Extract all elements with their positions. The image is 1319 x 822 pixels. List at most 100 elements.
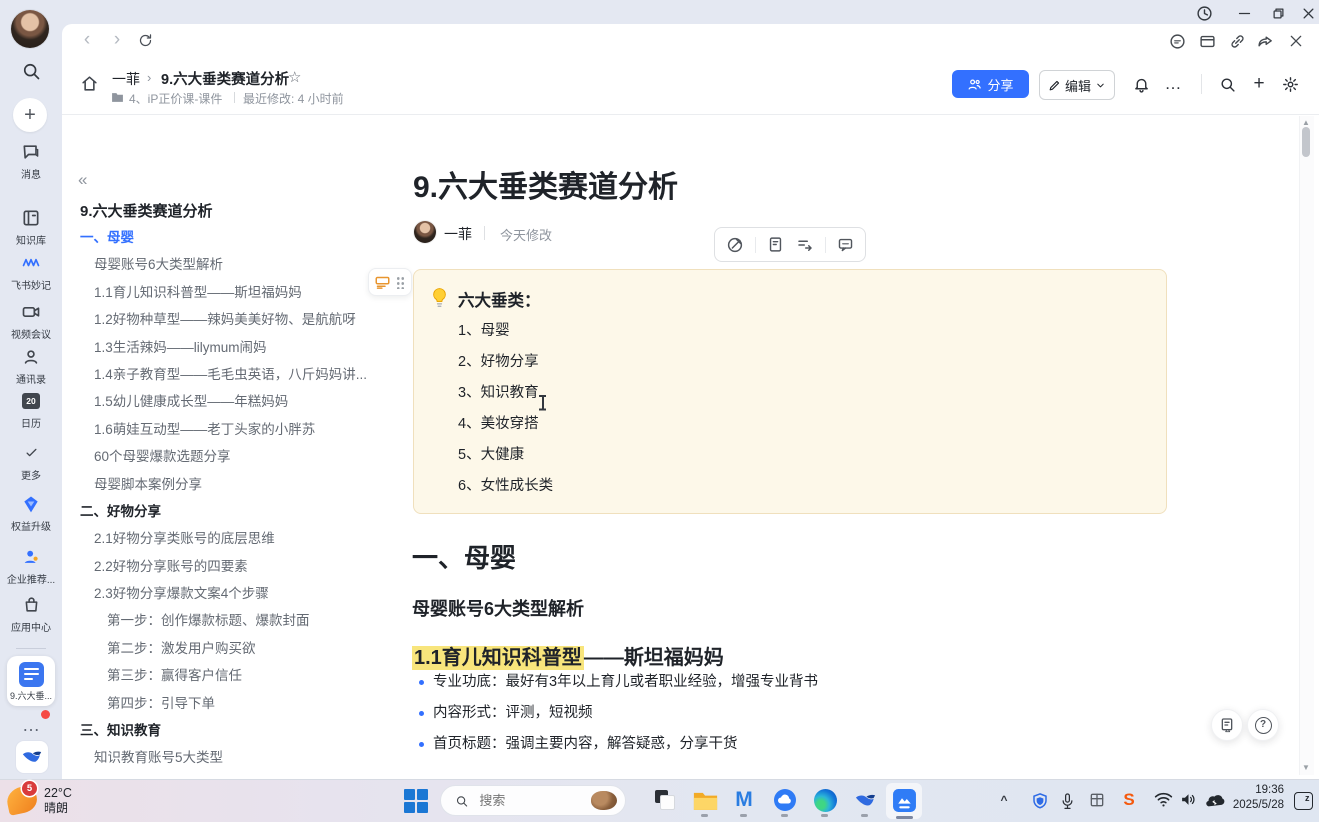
- user-avatar[interactable]: [11, 10, 49, 48]
- outline-item[interactable]: 二、好物分享: [80, 498, 392, 525]
- volume-tray-icon[interactable]: [1179, 791, 1197, 807]
- help-button[interactable]: ?: [1247, 709, 1279, 741]
- sidebar-item-contacts[interactable]: 通讯录: [0, 346, 62, 386]
- callout-block-icon[interactable]: [375, 276, 390, 289]
- section-heading-1[interactable]: 一、母婴: [412, 538, 516, 575]
- doc-scrollbar[interactable]: [1299, 116, 1314, 775]
- file-explorer-button[interactable]: [692, 787, 718, 813]
- scrollbar-thumb[interactable]: [1302, 127, 1310, 157]
- outline-item[interactable]: 母婴脚本案例分享: [80, 471, 392, 498]
- insert-list-button[interactable]: [796, 236, 814, 254]
- share-button[interactable]: 分享: [952, 70, 1029, 98]
- bullet-item[interactable]: 内容形式：评测，短视频: [416, 698, 1156, 729]
- taskbar-search[interactable]: [440, 785, 626, 816]
- edge-button[interactable]: [812, 787, 838, 813]
- restore-button[interactable]: [1266, 3, 1290, 23]
- rail-more-apps[interactable]: …: [0, 712, 62, 738]
- feishu-docs-button[interactable]: [891, 787, 917, 813]
- outline-item[interactable]: 60个母婴爆款选题分享: [80, 443, 392, 470]
- home-button[interactable]: [80, 74, 99, 93]
- sidebar-item-appcenter[interactable]: 应用中心: [0, 594, 62, 634]
- feishu-app-button[interactable]: [852, 787, 878, 813]
- microphone-tray-icon[interactable]: [1059, 791, 1075, 811]
- wifi-tray-icon[interactable]: [1153, 791, 1173, 807]
- create-button[interactable]: +: [13, 98, 47, 132]
- breadcrumb-folder[interactable]: 4、iP正价课-课件: [129, 90, 222, 107]
- close-tab-button[interactable]: [1285, 30, 1307, 52]
- quark-browser-button[interactable]: [772, 787, 798, 813]
- edit-button[interactable]: 编辑: [1039, 70, 1115, 100]
- copy-link-button[interactable]: [1226, 30, 1248, 52]
- weather-description[interactable]: 晴朗: [44, 801, 68, 815]
- feishu-logo[interactable]: [15, 740, 49, 774]
- section-heading-3[interactable]: 1.1育儿知识科普型——斯坦福妈妈: [412, 641, 724, 670]
- bullet-item[interactable]: 专业功底：最好有3年以上育儿或者职业经验，增强专业背书: [416, 667, 1156, 698]
- outline-item[interactable]: 1.3生活辣妈——lilymum闹妈: [80, 334, 392, 361]
- more-actions-button[interactable]: …: [1163, 74, 1183, 94]
- new-doc-button[interactable]: +: [1249, 74, 1269, 94]
- favorite-star-icon[interactable]: ☆: [288, 68, 301, 86]
- outline-item[interactable]: 1.4亲子教育型——毛毛虫英语，八斤妈妈讲...: [80, 361, 392, 388]
- author-avatar[interactable]: [414, 221, 436, 243]
- outline-item[interactable]: 一、母婴: [80, 224, 392, 251]
- task-view-button[interactable]: [652, 787, 678, 813]
- panel-button[interactable]: [1196, 30, 1218, 52]
- outline-item[interactable]: 知识教育账号5大类型: [80, 744, 392, 771]
- callout-item[interactable]: 2、好物分享: [458, 347, 1118, 378]
- outline-item[interactable]: 第三步：赢得客户信任: [80, 662, 392, 689]
- taskbar-clock[interactable]: 19:36 2025/5/28: [1222, 783, 1284, 812]
- share-window-button[interactable]: [1254, 30, 1276, 52]
- security-tray-icon[interactable]: [1030, 791, 1049, 810]
- weather-temperature[interactable]: 22°C: [44, 786, 72, 800]
- outline-collapse-button[interactable]: «: [78, 170, 87, 190]
- callout-item[interactable]: 6、女性成长类: [458, 471, 1118, 502]
- start-button[interactable]: [404, 789, 428, 813]
- ime-tray-icon[interactable]: [1088, 791, 1105, 808]
- doc-feedback-button[interactable]: [1211, 709, 1243, 741]
- outline-item[interactable]: 第二步：激发用户购买欲: [80, 635, 392, 662]
- sidebar-item-upgrade[interactable]: 权益升级: [0, 493, 62, 533]
- drag-handle-icon[interactable]: [396, 276, 405, 289]
- outline-doc-title[interactable]: 9.六大垂类赛道分析: [80, 200, 213, 221]
- mail-button[interactable]: M: [731, 787, 757, 813]
- outline-item[interactable]: 1.2好物种草型——辣妈美美好物、是航航呀: [80, 306, 392, 333]
- header-search-button[interactable]: [1217, 74, 1237, 94]
- outline-item[interactable]: 2.1好物分享类账号的底层思维: [80, 525, 392, 552]
- outline-item[interactable]: 2.3好物分享爆款文案4个步骤: [80, 580, 392, 607]
- callout-item[interactable]: 3、知识教育: [458, 378, 1118, 409]
- author-name[interactable]: 一菲: [444, 224, 472, 244]
- minimize-button[interactable]: [1232, 3, 1256, 23]
- history-icon[interactable]: [1192, 3, 1216, 23]
- notifications-button[interactable]: [1131, 74, 1151, 94]
- notification-center-button[interactable]: z: [1293, 791, 1313, 810]
- refresh-button[interactable]: [134, 29, 156, 51]
- scroll-down-arrow[interactable]: ▼: [1301, 763, 1311, 773]
- outline-item[interactable]: 1.6萌娃互动型——老丁头家的小胖苏: [80, 416, 392, 443]
- outline-item[interactable]: 1.1育儿知识科普型——斯坦福妈妈: [80, 279, 392, 306]
- search-highlight-image[interactable]: [591, 791, 617, 810]
- sidebar-item-more[interactable]: 更多: [0, 442, 62, 482]
- outline-item[interactable]: 1.5幼儿健康成长型——年糕妈妈: [80, 388, 392, 415]
- section-heading-2[interactable]: 母婴账号6大类型解析: [412, 595, 584, 621]
- outline-item[interactable]: 第一步：创作爆款标题、爆款封面: [80, 607, 392, 634]
- search-input[interactable]: [477, 792, 591, 809]
- search-icon[interactable]: [21, 61, 41, 81]
- sidebar-item-meetings[interactable]: 视频会议: [0, 301, 62, 341]
- doc-link-button[interactable]: [767, 236, 784, 253]
- bullet-item[interactable]: 首页标题：强调主要内容，解答疑惑，分享干货: [416, 729, 1156, 760]
- sogou-tray-icon[interactable]: S: [1120, 791, 1138, 809]
- settings-button[interactable]: [1280, 74, 1300, 94]
- open-doc-shortcut[interactable]: 9.六大垂...: [7, 656, 55, 706]
- outline-item[interactable]: 三、知识教育: [80, 717, 392, 744]
- sidebar-item-wiki[interactable]: 知识库: [0, 207, 62, 247]
- sidebar-item-minutes[interactable]: 飞书妙记: [0, 252, 62, 292]
- tray-expand-button[interactable]: ^: [996, 791, 1012, 809]
- sidebar-item-messages[interactable]: 消息: [0, 141, 62, 181]
- outline-item[interactable]: 第四步：引导下单: [80, 690, 392, 717]
- sidebar-item-calendar[interactable]: 20 日历: [0, 390, 62, 430]
- close-window-button[interactable]: [1296, 3, 1319, 23]
- outline-item[interactable]: 2.2好物分享账号的四要素: [80, 553, 392, 580]
- annotate-button[interactable]: [1166, 30, 1188, 52]
- comment-button[interactable]: [837, 236, 854, 253]
- breadcrumb-title[interactable]: 9.六大垂类赛道分析: [161, 68, 289, 89]
